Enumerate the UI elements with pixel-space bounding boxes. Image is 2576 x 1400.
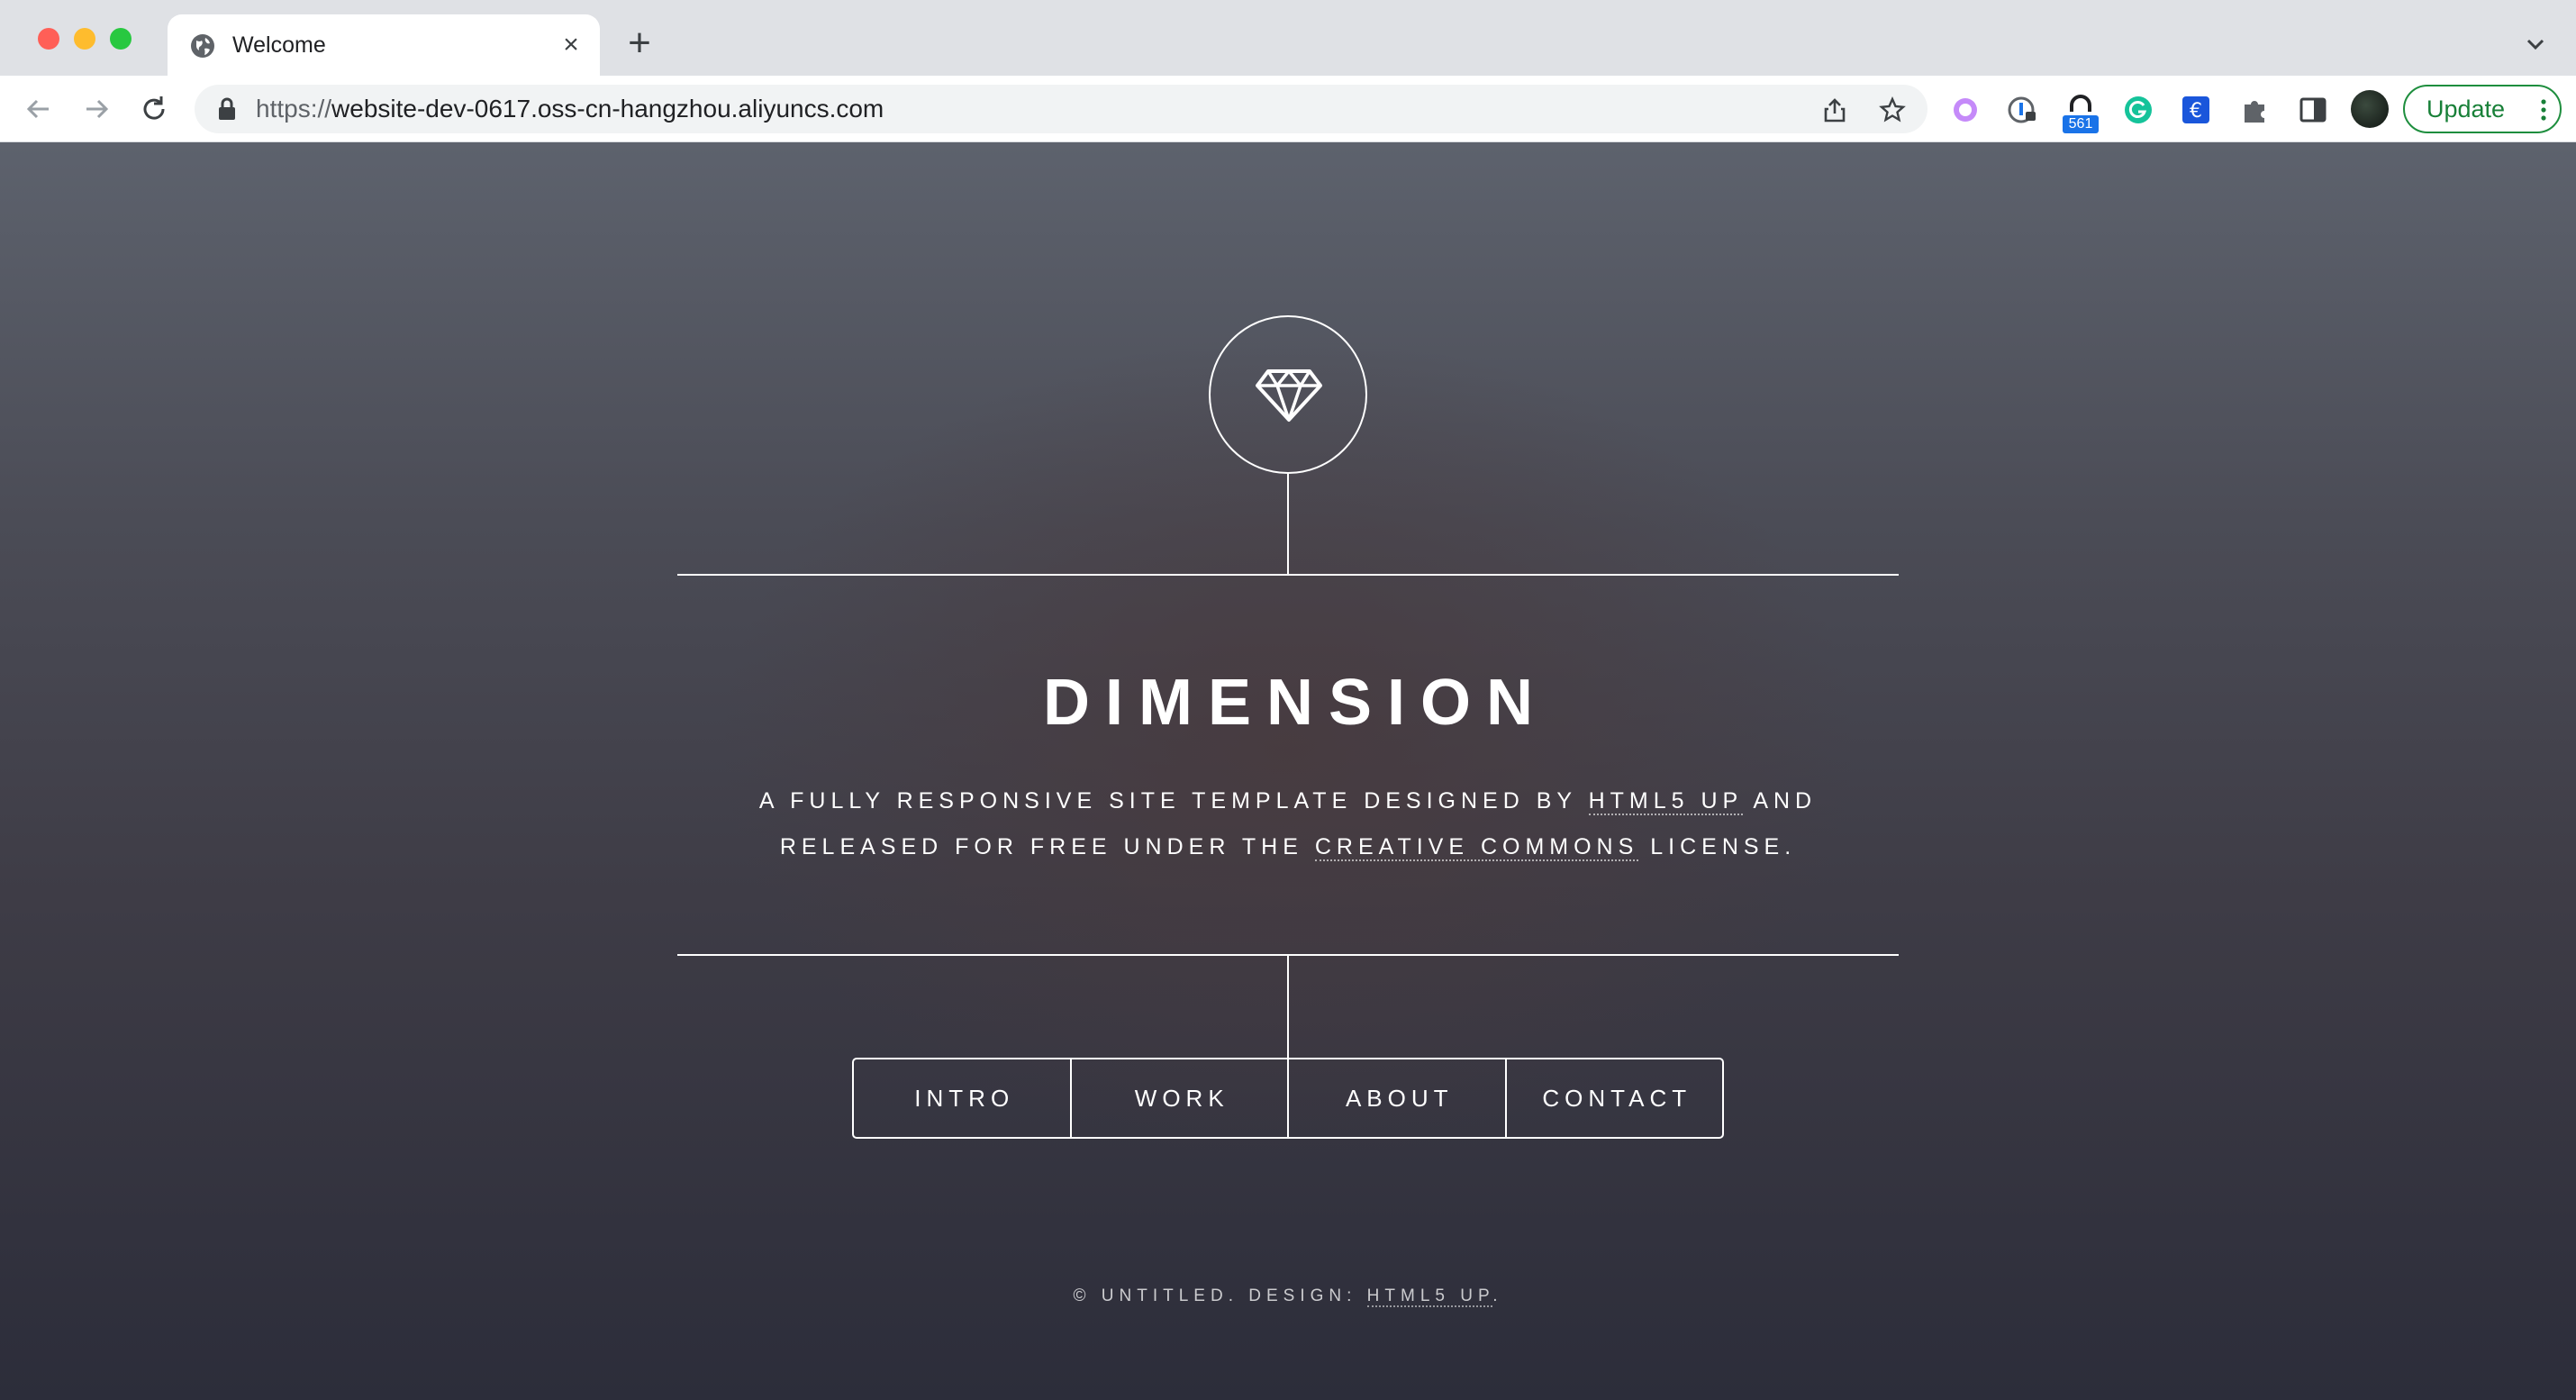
connector-line-bottom [1287,955,1289,1058]
footer-html5up-link[interactable]: HTML5 UP [1366,1286,1493,1307]
url-text: https://website-dev-0617.oss-cn-hangzhou… [256,95,884,123]
nav-about[interactable]: ABOUT [1287,1059,1505,1137]
euro-extension-icon[interactable]: € [2180,94,2212,126]
html5up-link[interactable]: HTML5 UP [1588,788,1743,815]
side-panel-icon[interactable] [2297,94,2329,126]
site-subtitle: A fully responsive site template designe… [758,788,1818,861]
tab-title: Welcome [232,32,326,58]
creative-commons-link[interactable]: Creative Commons [1314,834,1639,861]
svg-text:€: € [2190,100,2202,123]
browser-toolbar: https://website-dev-0617.oss-cn-hangzhou… [0,76,2576,142]
nav-contact[interactable]: CONTACT [1504,1059,1723,1137]
new-tab-button[interactable]: + [621,23,658,63]
minimize-window-button[interactable] [74,28,95,50]
page-viewport: DIMENSION A fully responsive site templa… [0,142,2576,1400]
footer-copyright: © UNTITLED. DESIGN: HTML5 UP. [1073,1286,1503,1307]
extension-badge: 561 [2063,115,2099,133]
close-tab-icon[interactable]: × [557,31,585,59]
nav-work[interactable]: WORK [1069,1059,1288,1137]
back-arrow-icon[interactable] [22,92,56,126]
globe-icon [191,34,214,58]
main-nav: INTRO WORK ABOUT CONTACT [852,1058,1724,1139]
password-manager-icon[interactable] [2007,94,2039,126]
profile-avatar[interactable] [2351,90,2389,128]
reload-icon[interactable] [137,92,171,126]
update-button[interactable]: Update [2403,85,2562,133]
logo [1209,315,1367,474]
puzzle-extensions-icon[interactable] [2239,94,2272,126]
share-icon[interactable] [1821,96,1848,123]
site-title: DIMENSION [1042,667,1549,739]
address-bar[interactable]: https://website-dev-0617.oss-cn-hangzhou… [195,85,1927,133]
forward-arrow-icon[interactable] [79,92,113,126]
more-menu-icon[interactable] [2540,99,2547,121]
bookmark-star-icon[interactable] [1879,96,1906,123]
browser-tab-welcome[interactable]: Welcome × [168,14,600,76]
connector-line-top [1287,474,1289,575]
divider-top [677,574,1899,576]
grammarly-icon[interactable] [2122,94,2154,126]
browser-tab-bar: Welcome × + [0,0,2576,76]
lock-icon[interactable] [216,97,238,121]
chevron-down-icon[interactable] [2522,31,2549,58]
update-label: Update [2426,95,2506,123]
diamond-icon [1256,369,1322,422]
maximize-window-button[interactable] [110,28,132,50]
extension-ring-icon[interactable] [1949,94,1982,126]
close-window-button[interactable] [38,28,59,50]
nav-intro[interactable]: INTRO [854,1059,1070,1137]
